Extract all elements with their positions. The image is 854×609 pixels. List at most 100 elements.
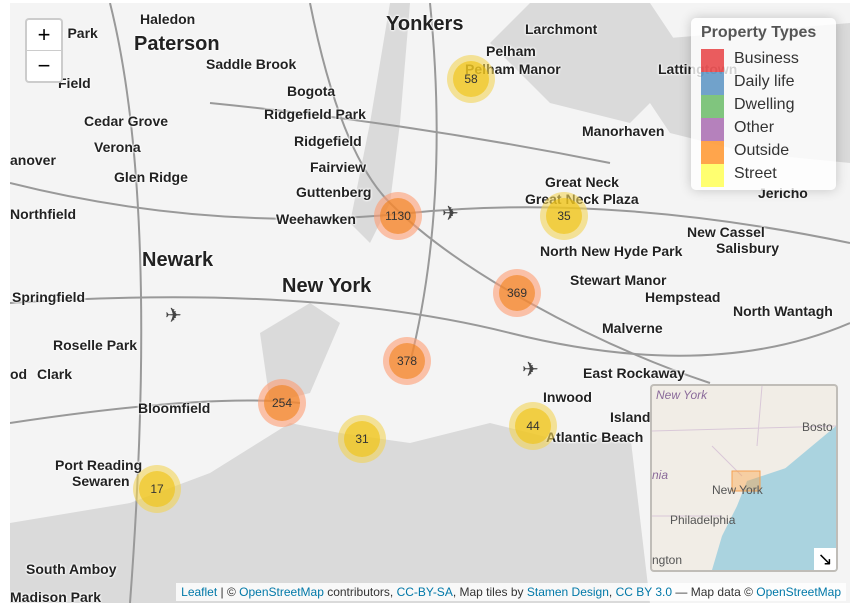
cluster-count: 44	[515, 408, 551, 444]
attribution-text: contributors,	[323, 585, 397, 599]
legend-item: Outside	[734, 142, 790, 159]
cc-by-sa-link[interactable]: CC-BY-SA	[397, 585, 453, 599]
osm-data-link[interactable]: OpenStreetMap	[756, 585, 841, 599]
minimap-label: ngton	[652, 553, 683, 567]
map-label: Port Reading	[55, 457, 143, 473]
cluster-count: 17	[139, 471, 175, 507]
cc-by-link[interactable]: CC BY 3.0	[616, 585, 672, 599]
marker-cluster[interactable]: 1130	[374, 192, 422, 240]
map-label: Clark	[37, 366, 73, 382]
map-label: Island	[610, 409, 651, 425]
map-label: Weehawken	[276, 211, 356, 227]
map-label: Cedar Grove	[84, 113, 169, 129]
map-label: Inwood	[543, 389, 592, 405]
map-label: Malverne	[602, 320, 663, 336]
map-label: South Amboy	[26, 561, 117, 577]
map-label: Pelham	[486, 43, 536, 59]
legend-item: Other	[734, 119, 775, 136]
map-label: Saddle Brook	[206, 56, 297, 72]
zoom-out-button[interactable]: −	[27, 50, 61, 81]
attribution: Leaflet | © OpenStreetMap contributors, …	[176, 583, 846, 601]
legend-item: Daily life	[734, 73, 795, 90]
airport-icon: ✈	[522, 359, 539, 381]
map-label: Guttenberg	[296, 184, 372, 200]
legend-swatch-business	[701, 49, 724, 72]
cluster-count: 1130	[380, 198, 416, 234]
map-label: Hempstead	[645, 289, 721, 305]
marker-cluster[interactable]: 35	[540, 192, 588, 240]
cluster-count: 378	[389, 343, 425, 379]
map-label: Ridgefield	[294, 133, 362, 149]
map-label: Paterson	[134, 33, 220, 55]
map[interactable]: Haledon Yonkers Larchmont Paterson Pelha…	[10, 3, 850, 603]
marker-cluster[interactable]: 369	[493, 269, 541, 317]
zoom-in-button[interactable]: +	[27, 20, 61, 50]
map-label: New York	[282, 275, 372, 297]
zoom-control: + −	[25, 18, 63, 83]
marker-cluster[interactable]: 31	[338, 415, 386, 463]
airport-icon: ✈	[442, 203, 459, 225]
attribution-text: | ©	[217, 585, 240, 599]
map-label: Bogota	[287, 83, 336, 99]
map-label: Larchmont	[525, 21, 598, 37]
map-label: Bloomfield	[138, 400, 211, 416]
map-label: Glen Ridge	[114, 169, 188, 185]
map-label: East Rockaway	[583, 365, 685, 381]
map-label: Roselle Park	[53, 337, 138, 353]
minimap-label: nia	[652, 468, 669, 482]
cluster-count: 31	[344, 421, 380, 457]
minimap-label: New York	[656, 388, 708, 402]
leaflet-link[interactable]: Leaflet	[181, 585, 217, 599]
marker-cluster[interactable]: 17	[133, 465, 181, 513]
marker-cluster[interactable]: 254	[258, 379, 306, 427]
legend-item: Business	[734, 50, 799, 67]
map-label: anover	[10, 152, 56, 168]
legend-item: Street	[734, 165, 777, 182]
legend-swatch-outside	[701, 141, 724, 164]
map-label: Verona	[94, 139, 141, 155]
attribution-text: ,	[608, 585, 616, 599]
legend-item: Dwelling	[734, 96, 795, 113]
minimap-label: Philadelphia	[670, 513, 736, 527]
minimap-label: Bosto	[802, 420, 833, 434]
map-label: Great Neck	[545, 174, 619, 190]
map-label: Northfield	[10, 206, 77, 222]
cluster-count: 369	[499, 275, 535, 311]
map-label: Newark	[142, 249, 214, 271]
minimap-toggle-button[interactable]: ↘	[814, 548, 836, 570]
marker-cluster[interactable]: 44	[509, 402, 557, 450]
minimap-label: New York	[712, 483, 763, 497]
attribution-text: , Map tiles by	[452, 585, 527, 599]
map-label: od	[10, 366, 28, 382]
cluster-count: 35	[546, 198, 582, 234]
legend-swatch-street	[701, 164, 724, 187]
map-label: North New Hyde Park	[540, 243, 683, 259]
map-label: North Wantagh	[733, 303, 833, 319]
map-label: Manorhaven	[582, 123, 665, 139]
legend-swatch-dwelling	[701, 95, 724, 118]
map-label: Yonkers	[386, 13, 464, 35]
map-label: Stewart Manor	[570, 272, 667, 288]
legend-swatch-other	[701, 118, 724, 141]
map-label: Haledon	[140, 11, 196, 27]
minimap-tiles	[652, 386, 836, 570]
marker-cluster[interactable]: 58	[447, 55, 495, 103]
map-label: Salisbury	[716, 240, 780, 256]
minimap[interactable]: New York Bosto nia New York Philadelphia…	[650, 384, 838, 572]
stamen-link[interactable]: Stamen Design	[527, 585, 609, 599]
map-label: Sewaren	[72, 473, 130, 489]
attribution-text: — Map data ©	[672, 585, 757, 599]
cluster-count: 58	[453, 61, 489, 97]
legend: Property Types Business Daily life Dwell…	[691, 18, 836, 190]
marker-cluster[interactable]: 378	[383, 337, 431, 385]
legend-title: Property Types	[701, 24, 817, 41]
airport-icon: ✈	[165, 305, 182, 327]
cluster-count: 254	[264, 385, 300, 421]
map-label: Atlantic Beach	[546, 429, 644, 445]
map-label: Madison Park	[10, 589, 102, 603]
map-label: Springfield	[12, 289, 86, 305]
map-label: New Cassel	[687, 224, 765, 240]
osm-link[interactable]: OpenStreetMap	[239, 585, 324, 599]
map-label: Ridgefield Park	[264, 106, 366, 122]
map-label: Fairview	[310, 159, 367, 175]
